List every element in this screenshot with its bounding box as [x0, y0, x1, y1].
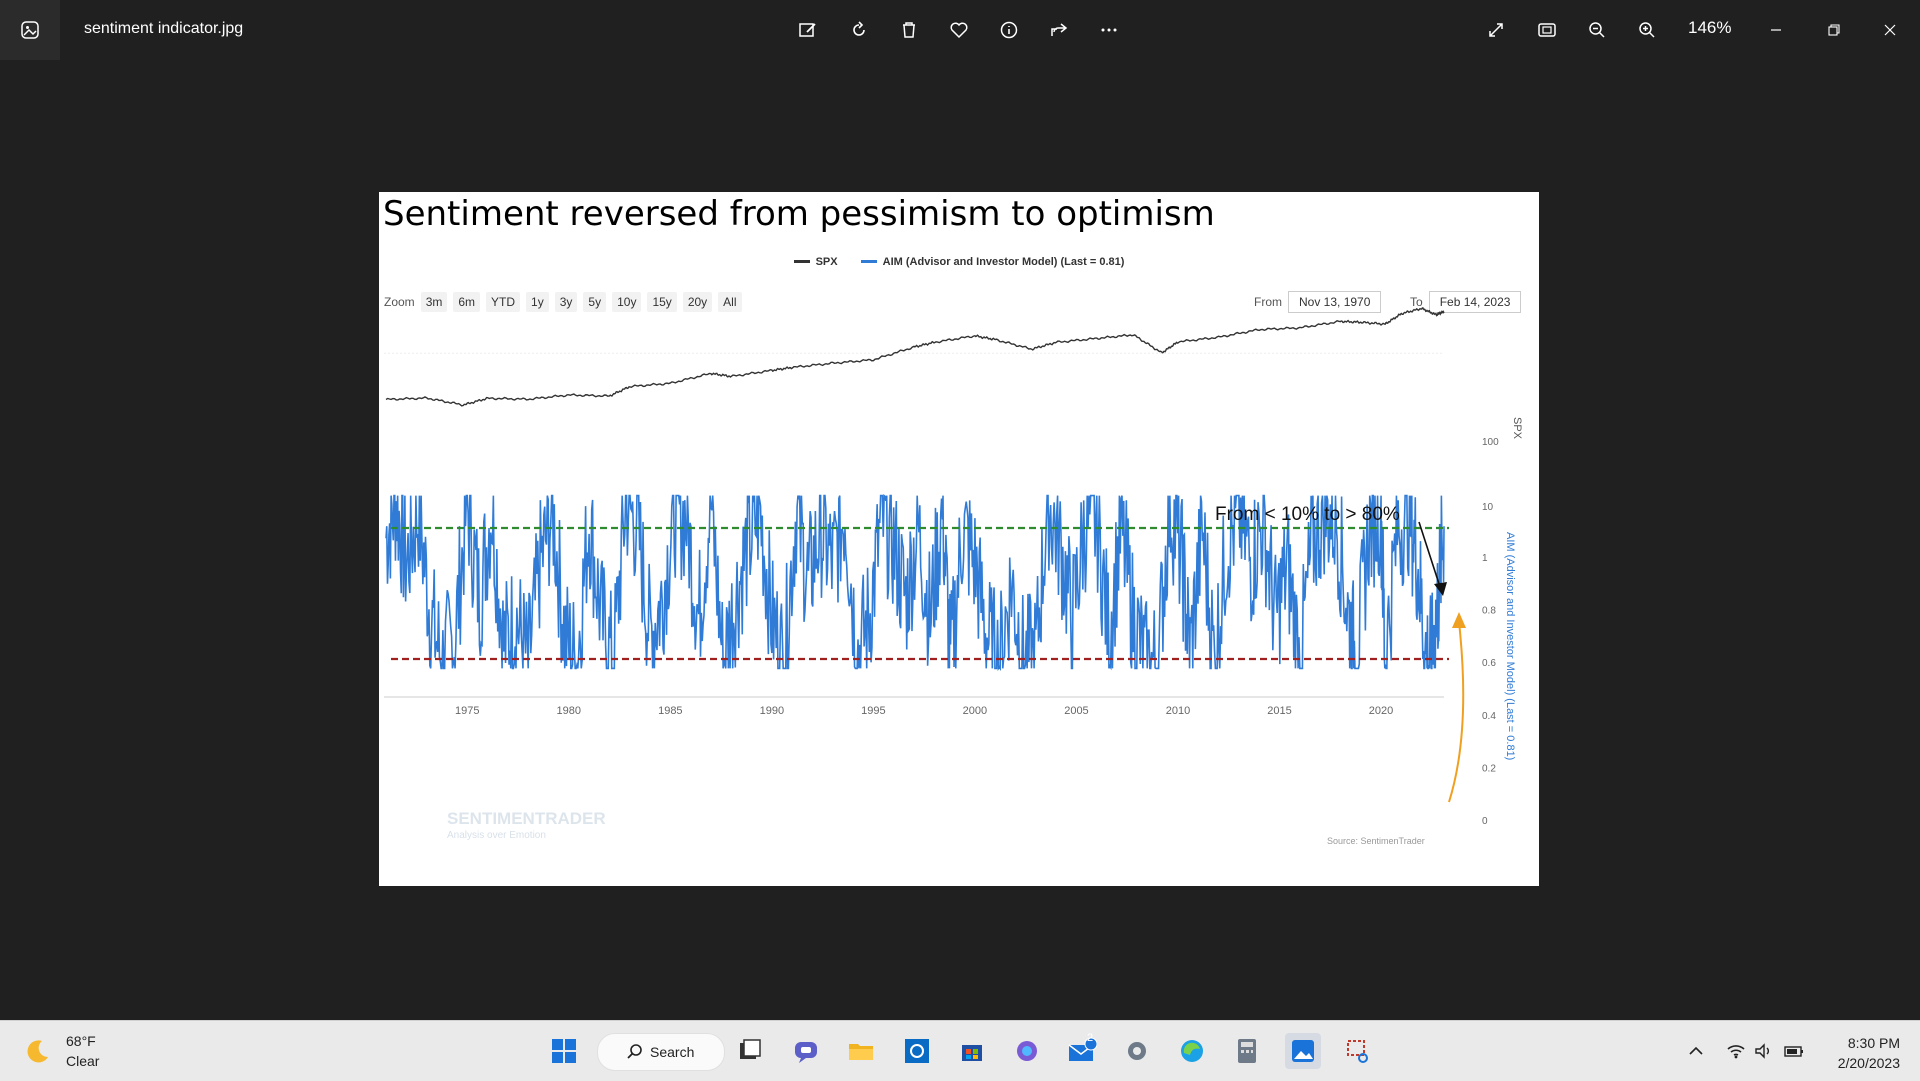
- task-view-icon[interactable]: [732, 1033, 768, 1069]
- chevron-up-icon[interactable]: [1678, 1033, 1714, 1069]
- teams-chat-icon[interactable]: [788, 1033, 824, 1069]
- edge-browser-icon[interactable]: [1174, 1033, 1210, 1069]
- x-tick-label: 2020: [1369, 705, 1393, 717]
- weather-widget[interactable]: 68°F Clear: [24, 1031, 99, 1071]
- file-explorer-icon[interactable]: [843, 1033, 879, 1069]
- aim-tick-label: 0.2: [1482, 763, 1496, 774]
- delete-icon[interactable]: [893, 14, 925, 46]
- aim-tick-label: 0.6: [1482, 658, 1496, 669]
- start-icon[interactable]: [546, 1033, 582, 1069]
- mail-icon[interactable]: 2: [1064, 1032, 1100, 1069]
- zoom-out-icon[interactable]: [1581, 14, 1613, 46]
- taskbar: 68°F Clear Search 2 8:30 PM 2/20/2023: [0, 1020, 1920, 1081]
- mail-badge: 2: [1087, 1032, 1094, 1044]
- dell-app-icon[interactable]: [899, 1033, 935, 1069]
- battery-icon[interactable]: [1776, 1033, 1812, 1069]
- minimize-button[interactable]: [1760, 14, 1792, 46]
- weather-desc: Clear: [66, 1053, 100, 1069]
- watermark: SENTIMENTRADER: [447, 809, 606, 828]
- calculator-icon[interactable]: [1229, 1033, 1265, 1069]
- annotation-arrowhead-orange: [1452, 612, 1466, 628]
- file-name: sentiment indicator.jpg: [84, 20, 244, 37]
- x-tick-label: 1995: [861, 705, 885, 717]
- weather-temp: 68°F: [66, 1033, 96, 1049]
- aim-tick-label: 0.4: [1482, 711, 1496, 722]
- annotation-arrow-orange: [1448, 621, 1465, 803]
- x-tick-label: 2000: [963, 705, 987, 717]
- x-tick-label: 1980: [557, 705, 581, 717]
- chart-source: Source: SentimenTrader: [1327, 836, 1425, 846]
- x-tick-label: 2005: [1064, 705, 1088, 717]
- aim-axis-label: AIM (Advisor and Investor Model) (Last =…: [1504, 532, 1516, 760]
- fit-window-icon[interactable]: [1531, 14, 1563, 46]
- rotate-icon[interactable]: [843, 14, 875, 46]
- moon-icon: [27, 1040, 48, 1063]
- clock[interactable]: 8:30 PM 2/20/2023: [1838, 1033, 1900, 1073]
- clock-date: 2/20/2023: [1837, 1055, 1900, 1071]
- chart-plot: 1975 1980 1985 1990 1995 2000 2005 2010 2015 2020…: [384, 306, 1523, 846]
- chart-image[interactable]: Sentiment reversed from pessimism to opt…: [379, 192, 1539, 886]
- share-icon[interactable]: [1043, 14, 1075, 46]
- taskbar-search[interactable]: Search: [597, 1033, 725, 1071]
- spx-tick-label: 10: [1482, 502, 1494, 513]
- copilot-icon[interactable]: [1009, 1033, 1045, 1069]
- title-bar: sentiment indicator.jpg 146%: [0, 0, 1920, 60]
- edit-image-icon[interactable]: [792, 14, 824, 46]
- search-icon: [627, 1044, 642, 1059]
- close-button[interactable]: [1874, 14, 1906, 46]
- zoom-in-icon[interactable]: [1631, 14, 1663, 46]
- spx-axis-label: SPX: [1511, 417, 1523, 440]
- snipping-tool-icon[interactable]: [1340, 1033, 1376, 1069]
- aim-tick-label: 1: [1482, 553, 1488, 564]
- spx-tick-label: 100: [1482, 437, 1499, 448]
- x-tick-label: 2015: [1267, 705, 1291, 717]
- chart-annotation: From < 10% to > 80%: [1215, 504, 1400, 525]
- photos-app-icon[interactable]: [0, 0, 60, 60]
- x-tick-label: 1975: [455, 705, 479, 717]
- clock-time: 8:30 PM: [1847, 1035, 1900, 1051]
- x-tick-label: 1985: [658, 705, 682, 717]
- settings-gear-icon[interactable]: [1119, 1033, 1155, 1069]
- x-tick-label: 1990: [760, 705, 784, 717]
- expand-icon[interactable]: [1480, 14, 1512, 46]
- restore-button[interactable]: [1818, 14, 1850, 46]
- info-icon[interactable]: [993, 14, 1025, 46]
- search-label: Search: [650, 1044, 695, 1060]
- photos-app-icon-taskbar[interactable]: [1285, 1033, 1321, 1069]
- aim-tick-label: 0.8: [1482, 606, 1496, 617]
- watermark-subtitle: Analysis over Emotion: [447, 830, 546, 841]
- favorite-icon[interactable]: [943, 14, 975, 46]
- store-icon[interactable]: [954, 1033, 990, 1069]
- x-tick-label: 2010: [1166, 705, 1190, 717]
- zoom-level: 146%: [1688, 18, 1732, 37]
- aim-tick-label: 0: [1482, 816, 1488, 827]
- series-line-spx: [385, 306, 1445, 407]
- more-icon[interactable]: [1093, 14, 1125, 46]
